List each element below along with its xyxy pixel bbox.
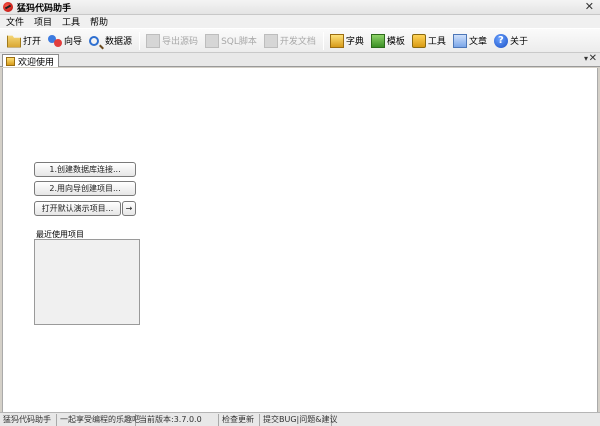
open-button[interactable]: 打开	[4, 30, 45, 51]
database-button[interactable]: 数据源	[86, 30, 136, 51]
template-label: 模板	[386, 37, 405, 47]
wizard-create-project-button[interactable]: 2.用向导创建项目...	[34, 181, 136, 196]
tab-welcome[interactable]: 欢迎使用	[2, 54, 60, 68]
report-bug-link[interactable]: 提交BUG|问题&建议	[260, 413, 337, 426]
about-label: 关于	[509, 37, 528, 47]
export-source-label: 导出源码	[162, 37, 199, 47]
tab-close-button[interactable]: ✕	[589, 53, 597, 64]
sql-script-label: SQL脚本	[221, 37, 257, 47]
article-icon	[452, 33, 467, 48]
help-icon: ?	[493, 33, 508, 48]
open-demo-project-button[interactable]: 打开默认演示项目...	[34, 201, 121, 216]
status-slogan: 一起享受编程的乐趣吧	[57, 413, 140, 426]
check-update-link[interactable]: 检查更新	[219, 413, 260, 426]
tools-button[interactable]: 工具	[409, 30, 450, 51]
create-db-connection-button[interactable]: 1.创建数据库连接...	[34, 162, 136, 177]
menu-tools[interactable]: 工具	[57, 15, 85, 28]
article-label: 文章	[468, 37, 487, 47]
window-title: 猛犸代码助手	[17, 3, 72, 14]
status-version: 当前版本:3.7.0.0	[136, 413, 219, 426]
template-button[interactable]: 模板	[368, 30, 409, 51]
script-icon	[205, 33, 220, 48]
toolbar-separator	[139, 31, 141, 50]
tab-welcome-label: 欢迎使用	[18, 57, 55, 68]
dictionary-label: 字典	[345, 37, 364, 47]
dev-docs-button[interactable]: 开发文档	[261, 30, 320, 51]
article-button[interactable]: 文章	[450, 30, 491, 51]
dictionary-icon	[329, 33, 344, 48]
status-bar: 猛犸代码助手 一起享受编程的乐趣吧 当前版本:3.7.0.0 检查更新 提交BU…	[0, 412, 600, 426]
sql-script-button[interactable]: SQL脚本	[202, 30, 261, 51]
folder-open-icon	[7, 35, 21, 48]
status-app-name: 猛犸代码助手	[0, 413, 57, 426]
dictionary-button[interactable]: 字典	[327, 30, 368, 51]
open-label: 打开	[23, 37, 42, 47]
dev-docs-label: 开发文档	[279, 37, 316, 47]
welcome-tab-icon	[6, 56, 15, 66]
wizard-button[interactable]: 向导	[45, 30, 86, 51]
menu-bar: 文件 项目 工具 帮助	[0, 15, 600, 28]
open-demo-go-button[interactable]: →	[122, 201, 136, 216]
toolbox-icon	[411, 33, 426, 48]
database-label: 数据源	[105, 37, 133, 47]
menu-help[interactable]: 帮助	[85, 15, 113, 28]
tab-list-dropdown[interactable]: ▾	[584, 54, 588, 63]
wizard-icon	[48, 34, 63, 48]
wizard-label: 向导	[64, 37, 83, 47]
tab-strip: 欢迎使用 ▾ ✕	[0, 53, 600, 68]
about-button[interactable]: ? 关于	[491, 30, 532, 51]
title-bar: 猛犸代码助手 ✕	[0, 0, 600, 15]
window-close-button[interactable]: ✕	[585, 0, 594, 14]
document-icon	[263, 33, 278, 48]
export-source-button[interactable]: 导出源码	[143, 30, 202, 51]
menu-project[interactable]: 项目	[29, 15, 57, 28]
template-icon	[370, 33, 385, 48]
toolbar-separator	[322, 31, 324, 50]
tools-label: 工具	[427, 37, 446, 47]
app-logo-icon	[3, 2, 13, 12]
menu-file[interactable]: 文件	[0, 15, 29, 28]
recent-projects-list[interactable]	[34, 239, 140, 325]
export-icon	[146, 33, 161, 48]
magnifier-icon	[89, 35, 100, 46]
toolbar: 打开 向导 数据源 导出源码 SQL脚本 开发文档 字典 模板 工具 文章 ? …	[0, 28, 600, 53]
